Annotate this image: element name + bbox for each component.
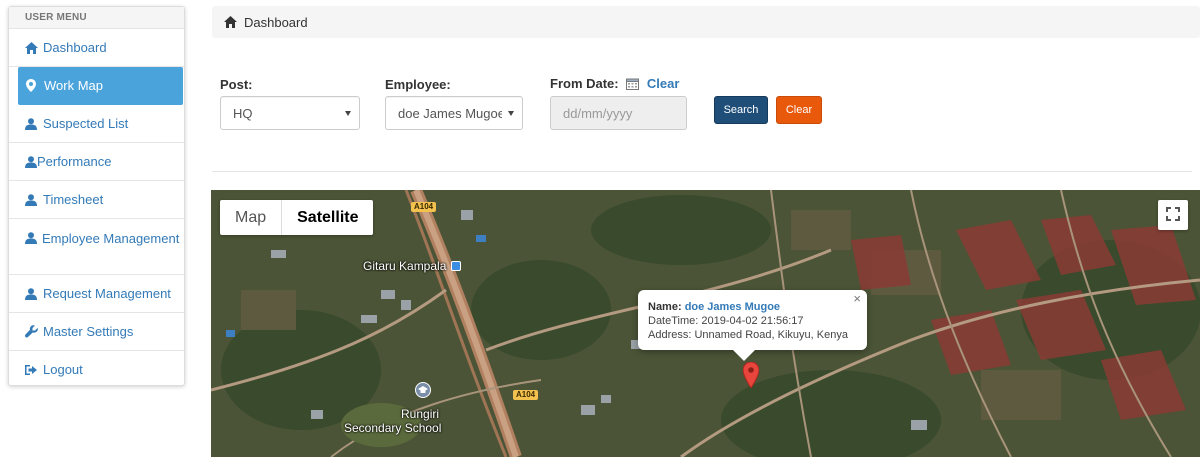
sidebar-item-dashboard[interactable]: Dashboard <box>9 29 184 67</box>
user-icon <box>25 117 40 130</box>
employee-select-value: doe James Mugoe <box>398 105 502 121</box>
sidebar-item-label: Logout <box>43 362 83 377</box>
breadcrumb: Dashboard <box>212 6 1200 38</box>
sidebar-item-label: Request Management <box>43 286 171 301</box>
school-icon[interactable] <box>415 382 431 398</box>
fullscreen-button[interactable] <box>1158 200 1188 230</box>
from-date-label: From Date: <box>550 76 619 91</box>
chevron-down-icon <box>508 111 514 116</box>
map-type-control: Map Satellite <box>220 200 374 235</box>
sidebar-item-label: Suspected List <box>43 116 129 131</box>
chevron-down-icon <box>345 111 351 116</box>
calendar-icon[interactable] <box>626 78 640 90</box>
sidebar-item-performance[interactable]: Performance <box>9 143 184 181</box>
sidebar-item-logout[interactable]: Logout <box>9 351 184 389</box>
info-address: Address: Unnamed Road, Kikuyu, Kenya <box>648 329 848 341</box>
close-icon[interactable]: × <box>853 292 861 306</box>
from-date-input[interactable]: dd/mm/yyyy <box>550 96 687 130</box>
user-icon <box>25 287 40 300</box>
sidebar-item-employee-management[interactable]: Employee Management <box>9 219 184 275</box>
from-date-label-group: From Date: Clear <box>550 76 679 91</box>
place-label-secondary-school[interactable]: Secondary School <box>344 421 441 435</box>
bus-stop-icon[interactable] <box>451 261 461 271</box>
road-label-a104: A104 <box>513 390 539 400</box>
user-icon <box>25 155 37 168</box>
marker-info-window: × Name: doe James Mugoe DateTime: 2019-0… <box>638 290 867 361</box>
user-icon <box>25 231 40 244</box>
sidebar-item-label: Work Map <box>44 78 103 93</box>
user-icon <box>25 193 40 206</box>
place-label-rungiri[interactable]: Rungiri <box>401 407 439 421</box>
sidebar-item-label: Employee Management <box>42 230 180 246</box>
from-date-clear-link[interactable]: Clear <box>647 76 680 91</box>
info-name-value[interactable]: doe James Mugoe <box>685 301 780 313</box>
divider <box>212 171 1192 172</box>
logout-icon <box>25 363 40 376</box>
fullscreen-icon <box>1166 206 1180 224</box>
home-icon <box>224 16 238 28</box>
sidebar-item-label: Performance <box>37 154 112 169</box>
info-datetime: DateTime: 2019-04-02 21:56:17 <box>648 315 804 327</box>
map-marker-icon[interactable] <box>742 361 760 389</box>
sidebar-item-master-settings[interactable]: Master Settings <box>9 313 184 351</box>
wrench-icon <box>25 325 40 338</box>
road-label-a104: A104 <box>411 202 437 212</box>
info-name-key: Name: <box>648 301 682 313</box>
post-select[interactable]: HQ <box>220 96 360 130</box>
sidebar-item-label: Master Settings <box>43 324 134 339</box>
post-label: Post: <box>220 77 253 92</box>
sidebar-item-suspected-list[interactable]: Suspected List <box>9 105 184 143</box>
from-date-placeholder: dd/mm/yyyy <box>563 105 633 121</box>
post-select-value: HQ <box>233 105 253 121</box>
map-type-satellite-button[interactable]: Satellite <box>281 200 373 235</box>
info-name-row: Name: doe James Mugoe <box>648 300 867 314</box>
employee-select[interactable]: doe James Mugoe <box>385 96 523 130</box>
search-button[interactable]: Search <box>714 96 768 124</box>
clear-button[interactable]: Clear <box>776 96 822 124</box>
map-type-map-button[interactable]: Map <box>220 200 281 235</box>
user-menu-sidebar: USER MENU Dashboard Work Map Suspected L… <box>8 6 185 386</box>
sidebar-item-timesheet[interactable]: Timesheet <box>9 181 184 219</box>
place-label-gitaru-kampala[interactable]: Gitaru Kampala <box>363 259 446 273</box>
menu-header: USER MENU <box>9 7 184 29</box>
sidebar-item-label: Dashboard <box>43 40 107 55</box>
sidebar-item-work-map[interactable]: Work Map <box>18 67 183 105</box>
sidebar-item-label: Timesheet <box>43 192 104 207</box>
employee-label: Employee: <box>385 77 451 92</box>
breadcrumb-dashboard[interactable]: Dashboard <box>244 15 308 30</box>
home-icon <box>25 41 40 54</box>
work-map[interactable]: Map Satellite A104 A104 Gitaru Kampala R… <box>211 190 1200 457</box>
sidebar-item-request-management[interactable]: Request Management <box>9 275 184 313</box>
map-marker-icon <box>26 79 41 92</box>
